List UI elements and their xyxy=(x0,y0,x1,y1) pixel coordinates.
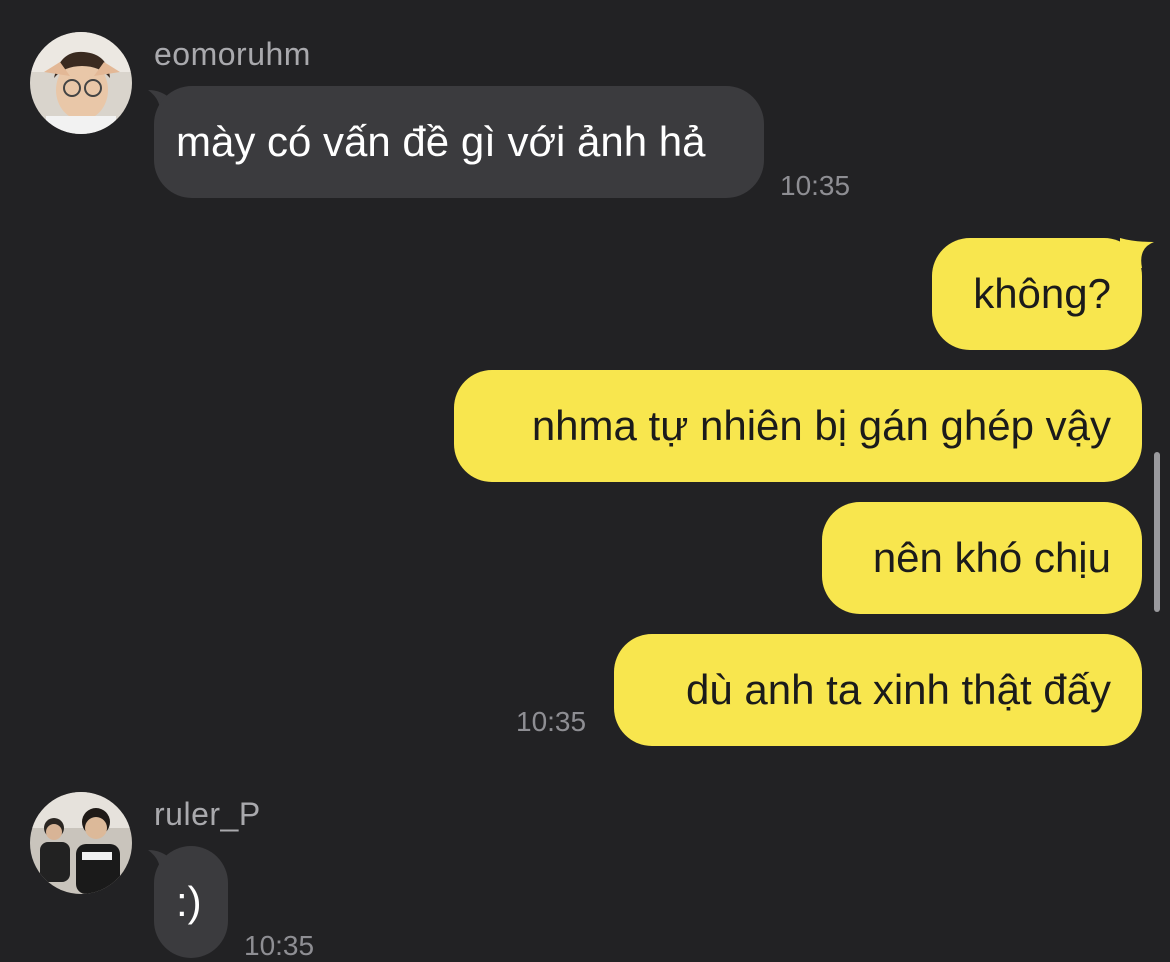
outgoing-message-bubble[interactable]: nhma tự nhiên bị gán ghép vậy xyxy=(454,370,1142,482)
person-photo-avatar-icon xyxy=(30,32,132,134)
message-timestamp: 10:35 xyxy=(516,706,587,737)
scrollbar[interactable] xyxy=(1154,452,1160,612)
incoming-message-bubble[interactable]: mày có vấn đề gì với ảnh hả xyxy=(154,86,764,198)
incoming-message-bubble[interactable]: :) xyxy=(154,846,228,958)
chat-view: eomoruhm mày có vấn đề gì với ảnh hả 10:… xyxy=(0,0,1170,962)
ruler-avatar[interactable] xyxy=(30,792,132,894)
outgoing-message-bubble[interactable]: nên khó chịu xyxy=(822,502,1142,614)
message-timestamp: 10:35 xyxy=(244,930,315,961)
outgoing-message-bubble[interactable]: không? xyxy=(932,238,1142,350)
ruler-username: ruler_P xyxy=(154,796,261,832)
eomoruhm-username: eomoruhm xyxy=(154,36,311,72)
message-timestamp: 10:35 xyxy=(780,170,851,201)
group-photo-avatar-icon xyxy=(30,792,132,894)
outgoing-message-bubble[interactable]: dù anh ta xinh thật đấy xyxy=(614,634,1142,746)
eomoruhm-avatar[interactable] xyxy=(30,32,132,134)
